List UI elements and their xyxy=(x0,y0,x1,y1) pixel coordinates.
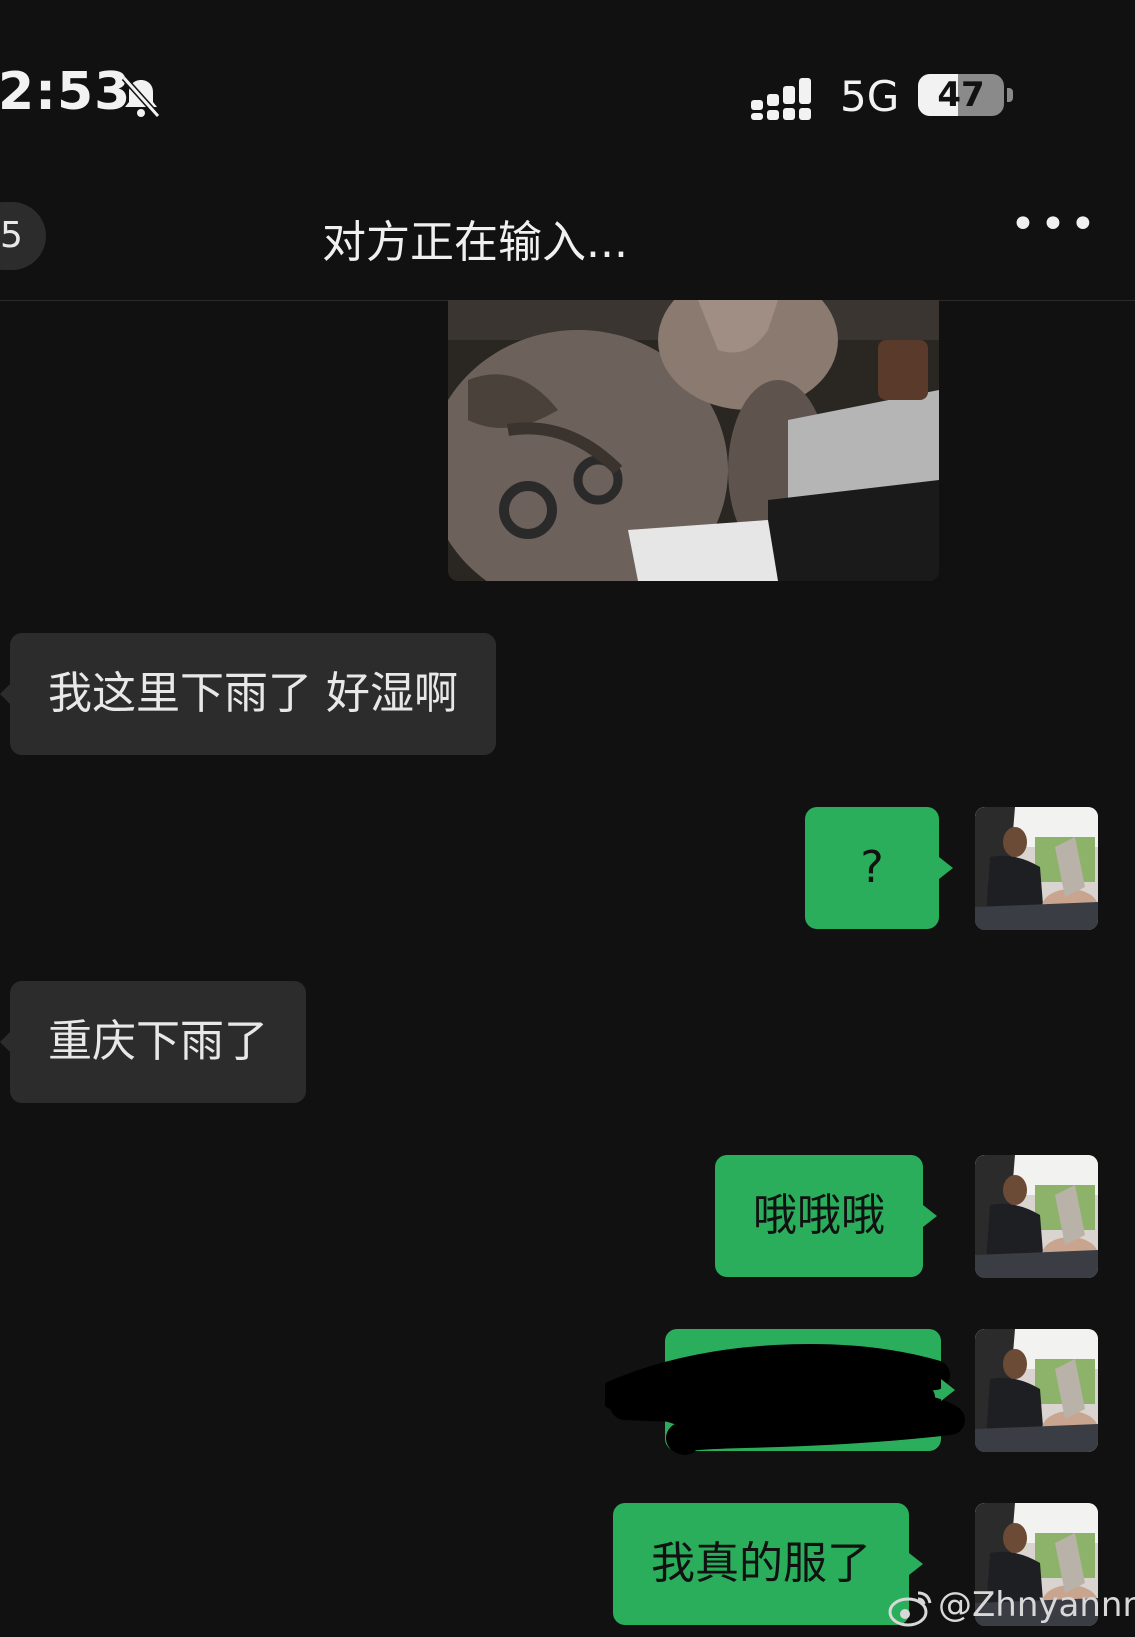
redacted-message-bubble[interactable] xyxy=(605,1329,965,1455)
sent-message-bubble[interactable]: 哦哦哦 xyxy=(715,1155,937,1277)
chat-title: 对方正在输入... xyxy=(322,217,628,268)
network-type: 5G xyxy=(840,72,900,121)
avatar-image xyxy=(975,1329,1098,1452)
battery-cap xyxy=(1007,88,1013,102)
message-text: 哦哦哦 xyxy=(753,1190,885,1241)
more-options-button[interactable]: ••• xyxy=(1010,203,1096,260)
chat-header: 5 对方正在输入... ••• xyxy=(0,190,1135,301)
avatar-image xyxy=(975,1155,1098,1278)
redaction-scribble xyxy=(605,1344,965,1455)
sent-message-bubble[interactable]: ? xyxy=(805,807,953,929)
battery-indicator: 47 xyxy=(918,74,1004,116)
watermark-text: @Zhnyannn_ xyxy=(938,1585,1135,1625)
message-text: 我这里下雨了 好湿啊 xyxy=(48,668,458,719)
battery-percent: 47 xyxy=(937,75,985,115)
avatar[interactable] xyxy=(975,1329,1098,1452)
avatar[interactable] xyxy=(975,1155,1098,1278)
bell-slash-icon xyxy=(121,75,161,119)
received-message-bubble[interactable]: 重庆下雨了 xyxy=(0,981,306,1103)
message-text: 重庆下雨了 xyxy=(48,1016,268,1067)
photo-message[interactable] xyxy=(448,300,939,581)
signal-icon xyxy=(751,78,811,120)
clock-time: 2:53 xyxy=(0,62,132,122)
avatar[interactable] xyxy=(975,807,1098,930)
weibo-icon xyxy=(888,1591,932,1626)
sent-message-bubble[interactable]: 我真的服了 xyxy=(613,1503,923,1625)
watermark: @Zhnyannn_ xyxy=(888,1585,1135,1627)
status-bar: 2:53 5G 47 xyxy=(0,0,1135,190)
received-message-bubble[interactable]: 我这里下雨了 好湿啊 xyxy=(0,633,496,755)
avatar-image xyxy=(975,807,1098,930)
message-text: 我真的服了 xyxy=(651,1538,871,1589)
message-text: ? xyxy=(860,842,884,893)
photo-image xyxy=(448,300,939,581)
